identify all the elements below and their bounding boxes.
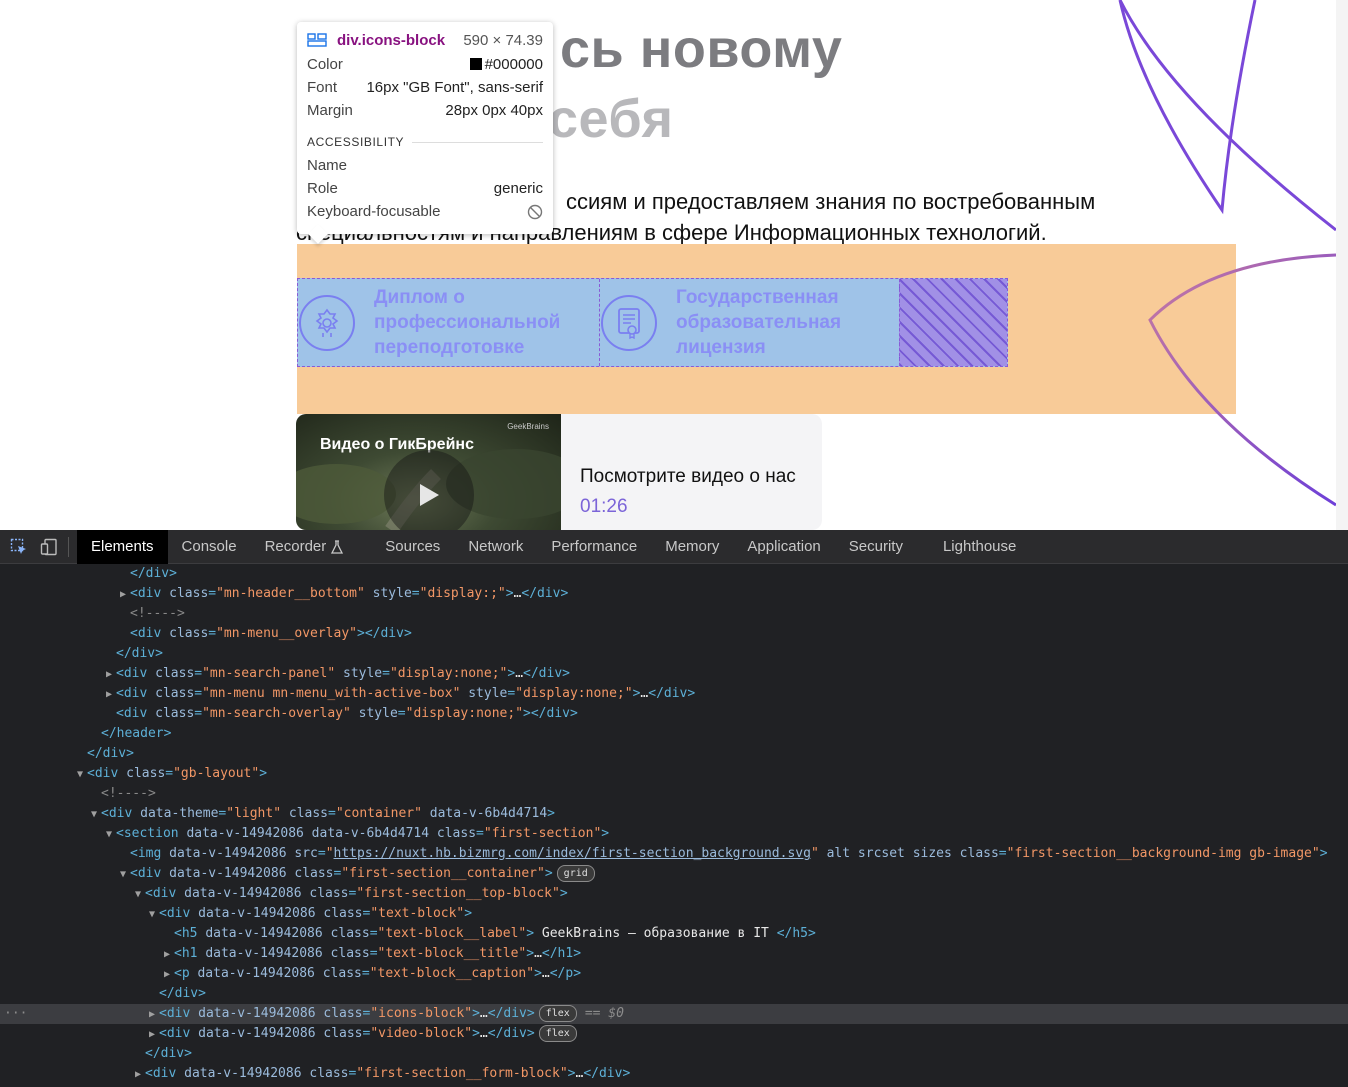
tooltip-color-label: Color bbox=[307, 56, 343, 73]
play-icon bbox=[420, 484, 439, 506]
tooltip-font-row: Font 16px "GB Font", sans-serif bbox=[307, 76, 543, 99]
tab-performance[interactable]: Performance bbox=[537, 530, 651, 564]
tab-network[interactable]: Network bbox=[454, 530, 537, 564]
tooltip-name-row: Name bbox=[307, 154, 543, 177]
dom-node[interactable]: <!----> bbox=[0, 604, 1348, 624]
emblem-icon bbox=[299, 294, 355, 351]
flex-free-space-hatch bbox=[899, 279, 1007, 366]
selected-marker: == $0 bbox=[584, 1006, 624, 1021]
dom-node[interactable]: </div> bbox=[0, 644, 1348, 664]
video-thumbnail[interactable]: Видео о ГикБрейнс GeekBrains bbox=[296, 414, 561, 530]
dom-node[interactable]: </div> bbox=[0, 744, 1348, 764]
dom-node[interactable]: ▼ <div data-v-14942086 class="first-secti… bbox=[0, 884, 1348, 904]
tooltip-margin-value: 28px 0px 40px bbox=[445, 102, 543, 119]
inspect-element-icon[interactable] bbox=[4, 530, 34, 564]
dom-node[interactable]: ▶ <div class="mn-menu mn-menu_with-active… bbox=[0, 684, 1348, 704]
dom-node[interactable]: <div class="mn-search-overlay" style="di… bbox=[0, 704, 1348, 724]
not-focusable-icon bbox=[527, 204, 543, 219]
dom-node[interactable]: ▶ <p data-v-14942086 class="text-block__c… bbox=[0, 964, 1348, 984]
devtools-toolbar: Elements Console Recorder Sources Networ… bbox=[0, 529, 1348, 564]
dom-node[interactable]: </header> bbox=[0, 724, 1348, 744]
web-page-viewport: сь новому себя ссиям и предоставляем зна… bbox=[0, 0, 1348, 530]
experiment-flask-icon bbox=[331, 539, 344, 554]
dom-node[interactable]: </div> bbox=[0, 1044, 1348, 1064]
icons-block[interactable]: Диплом о профессиональной переподготовке… bbox=[297, 278, 1008, 367]
dom-node[interactable]: ▶ <div class="mn-search-panel" style="dis… bbox=[0, 664, 1348, 684]
hero-title-line-2: себя bbox=[548, 89, 674, 149]
dom-node[interactable]: ▼ <div class="gb-layout"> bbox=[0, 764, 1348, 784]
certificate-icon bbox=[601, 294, 657, 351]
tooltip-accessibility-heading: ACCESSIBILITY bbox=[307, 130, 543, 154]
dom-node[interactable]: ▶ <div class="mn-header__bottom" style="d… bbox=[0, 584, 1348, 604]
video-watermark: GeekBrains bbox=[507, 422, 549, 431]
dom-tree: </div> ▶ <div class="mn-header__bottom" s… bbox=[0, 564, 1348, 1087]
devtools-panel: Elements Console Recorder Sources Networ… bbox=[0, 529, 1348, 1087]
icon-item-license: Государственная образовательная лицензия bbox=[599, 279, 899, 366]
icon-label-license: Государственная образовательная лицензия bbox=[676, 287, 842, 358]
tooltip-role-value: generic bbox=[493, 180, 543, 197]
flex-badge[interactable]: flex bbox=[538, 1005, 577, 1022]
tab-console[interactable]: Console bbox=[168, 530, 251, 564]
flex-badge[interactable]: flex bbox=[538, 1025, 577, 1042]
tooltip-font-value: 16px "GB Font", sans-serif bbox=[366, 79, 543, 96]
tab-recorder-label: Recorder bbox=[264, 538, 327, 555]
tab-application[interactable]: Application bbox=[733, 530, 834, 564]
dom-node[interactable]: ▶ <div data-v-14942086 class="video-block… bbox=[0, 1024, 1348, 1044]
tooltip-keyboard-label: Keyboard-focusable bbox=[307, 203, 441, 220]
tooltip-element-size: 590 × 74.39 bbox=[463, 31, 543, 49]
hero-title-line-1: сь новому bbox=[560, 19, 843, 79]
dom-node[interactable]: <h5 data-v-14942086 class="text-block__l… bbox=[0, 924, 1348, 944]
tooltip-keyboard-row: Keyboard-focusable bbox=[307, 200, 543, 223]
tab-sources[interactable]: Sources bbox=[371, 530, 454, 564]
tooltip-margin-label: Margin bbox=[307, 102, 353, 119]
tooltip-header: div.icons-block 590 × 74.39 bbox=[307, 30, 543, 50]
dom-node-selected[interactable]: ··· ▶ <div data-v-14942086 class="icons-bl… bbox=[0, 1004, 1348, 1024]
screenshot: сь новому себя ссиям и предоставляем зна… bbox=[0, 0, 1348, 1087]
tab-elements[interactable]: Elements bbox=[77, 529, 168, 564]
dom-node[interactable]: <div class="mn-menu__overlay"></div> bbox=[0, 624, 1348, 644]
tooltip-name-label: Name bbox=[307, 157, 348, 174]
video-title: Видео о ГикБрейнс bbox=[320, 436, 474, 453]
tab-lighthouse[interactable]: Lighthouse bbox=[929, 530, 1030, 564]
tab-recorder[interactable]: Recorder bbox=[251, 530, 358, 564]
dom-node[interactable]: ▼ <div data-v-14942086 class="first-secti… bbox=[0, 864, 1348, 884]
dom-node[interactable]: ▼ <div data-v-14942086 class="text-block"… bbox=[0, 904, 1348, 924]
video-description: Посмотрите видео о нас bbox=[580, 466, 796, 487]
dom-node[interactable]: </div> bbox=[0, 564, 1348, 584]
icon-item-diploma: Диплом о профессиональной переподготовке bbox=[298, 279, 599, 366]
color-swatch bbox=[469, 58, 482, 70]
accessibility-heading-text: ACCESSIBILITY bbox=[307, 135, 405, 149]
tooltip-color-row: Color #000000 bbox=[307, 53, 543, 76]
dom-node[interactable]: ▶ <h1 data-v-14942086 class="text-block__… bbox=[0, 944, 1348, 964]
tooltip-role-label: Role bbox=[307, 180, 338, 197]
play-button[interactable] bbox=[384, 450, 474, 530]
dom-node[interactable]: <img data-v-14942086 src="https://nuxt.h… bbox=[0, 844, 1348, 864]
tooltip-element-name: div.icons-block bbox=[337, 31, 446, 49]
dom-node[interactable]: </div> bbox=[0, 984, 1348, 1004]
decorative-curves bbox=[1118, 0, 1336, 507]
dom-node[interactable]: ▼ <section data-v-14942086 data-v-6b4d471… bbox=[0, 824, 1348, 844]
dom-node[interactable]: ▼ <div data-theme="light" class="containe… bbox=[0, 804, 1348, 824]
icon-label-diploma: Диплом о профессиональной переподготовке bbox=[374, 287, 561, 358]
grid-badge[interactable]: grid bbox=[556, 865, 595, 882]
dom-node[interactable]: <!----> bbox=[0, 784, 1348, 804]
page-scrollbar[interactable] bbox=[1336, 0, 1348, 530]
tab-security[interactable]: Security bbox=[835, 530, 917, 564]
device-toolbar-icon[interactable] bbox=[34, 530, 64, 564]
tooltip-role-row: Role generic bbox=[307, 177, 543, 200]
video-block[interactable]: Видео о ГикБрейнс GeekBrains Посмотрите … bbox=[296, 414, 822, 530]
video-duration: 01:26 bbox=[580, 496, 628, 517]
tab-memory[interactable]: Memory bbox=[651, 530, 733, 564]
inspect-tooltip: div.icons-block 590 × 74.39 Color #00000… bbox=[297, 22, 553, 244]
tooltip-margin-row: Margin 28px 0px 40px bbox=[307, 99, 543, 122]
flex-container-icon bbox=[307, 33, 327, 47]
tooltip-font-label: Font bbox=[307, 79, 338, 96]
tooltip-color-value: #000000 bbox=[484, 56, 543, 73]
dom-node[interactable]: ▶ <div data-v-14942086 class="first-secti… bbox=[0, 1064, 1348, 1084]
